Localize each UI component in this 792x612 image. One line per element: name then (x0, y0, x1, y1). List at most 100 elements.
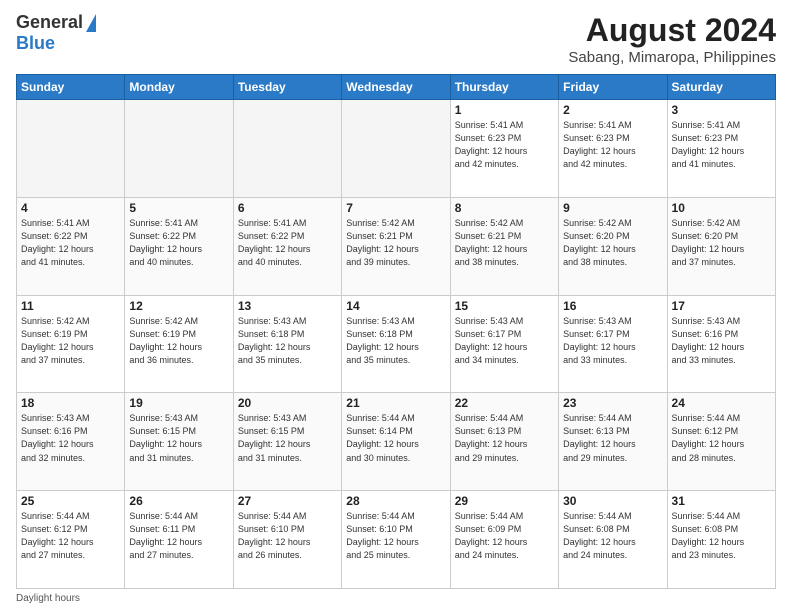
calendar-day-cell: 11 Sunrise: 5:42 AM Sunset: 6:19 PM Dayli… (17, 295, 125, 393)
day-number: 23 (563, 396, 662, 410)
calendar-header-row: SundayMondayTuesdayWednesdayThursdayFrid… (17, 75, 776, 100)
logo-area: General Blue (16, 12, 96, 54)
day-number: 16 (563, 299, 662, 313)
calendar-day-cell: 24 Sunrise: 5:44 AM Sunset: 6:12 PM Dayli… (667, 393, 775, 491)
calendar-week-row: 1 Sunrise: 5:41 AM Sunset: 6:23 PM Daylig… (17, 100, 776, 198)
day-info: Sunrise: 5:44 AM Sunset: 6:08 PM Dayligh… (563, 510, 662, 562)
calendar-day-cell: 26Sunrise: 5:44 AM Sunset: 6:11 PM Dayli… (125, 491, 233, 589)
day-number: 11 (21, 299, 120, 313)
day-info: Sunrise: 5:44 AM Sunset: 6:14 PM Dayligh… (346, 412, 445, 464)
day-number: 28 (346, 494, 445, 508)
calendar-day-header: Thursday (450, 75, 558, 100)
calendar-day-cell: 16Sunrise: 5:43 AM Sunset: 6:17 PM Dayli… (559, 295, 667, 393)
day-info: Sunrise: 5:41 AM Sunset: 6:23 PM Dayligh… (563, 119, 662, 171)
day-info: Sunrise: 5:41 AM Sunset: 6:23 PM Dayligh… (455, 119, 554, 171)
day-info: Sunrise: 5:43 AM Sunset: 6:17 PM Dayligh… (455, 315, 554, 367)
calendar-day-cell: 2Sunrise: 5:41 AM Sunset: 6:23 PM Daylig… (559, 100, 667, 198)
day-info: Sunrise: 5:41 AM Sunset: 6:22 PM Dayligh… (238, 217, 337, 269)
day-number: 24 (672, 396, 771, 410)
day-number: 18 (21, 396, 120, 410)
day-number: 27 (238, 494, 337, 508)
calendar-week-row: 11 Sunrise: 5:42 AM Sunset: 6:19 PM Dayli… (17, 295, 776, 393)
day-number: 17 (672, 299, 771, 313)
day-info: Sunrise: 5:42 AM Sunset: 6:19 PM Dayligh… (21, 315, 120, 367)
day-number: 7 (346, 201, 445, 215)
day-info: Sunrise: 5:42 AM Sunset: 6:20 PM Dayligh… (563, 217, 662, 269)
header: General Blue August 2024 Sabang, Mimarop… (16, 12, 776, 66)
calendar-day-header: Wednesday (342, 75, 450, 100)
day-number: 22 (455, 396, 554, 410)
calendar-day-header: Saturday (667, 75, 775, 100)
calendar-week-row: 4 Sunrise: 5:41 AM Sunset: 6:22 PM Daylig… (17, 197, 776, 295)
day-info: Sunrise: 5:42 AM Sunset: 6:21 PM Dayligh… (346, 217, 445, 269)
calendar-day-cell (17, 100, 125, 198)
day-number: 8 (455, 201, 554, 215)
day-number: 15 (455, 299, 554, 313)
day-info: Sunrise: 5:42 AM Sunset: 6:20 PM Dayligh… (672, 217, 771, 269)
calendar-day-cell: 31Sunrise: 5:44 AM Sunset: 6:08 PM Dayli… (667, 491, 775, 589)
sub-title: Sabang, Mimaropa, Philippines (568, 49, 776, 66)
day-info: Sunrise: 5:42 AM Sunset: 6:19 PM Dayligh… (129, 315, 228, 367)
day-info: Sunrise: 5:44 AM Sunset: 6:13 PM Dayligh… (563, 412, 662, 464)
day-number: 10 (672, 201, 771, 215)
day-info: Sunrise: 5:41 AM Sunset: 6:22 PM Dayligh… (21, 217, 120, 269)
day-number: 1 (455, 103, 554, 117)
day-info: Sunrise: 5:44 AM Sunset: 6:13 PM Dayligh… (455, 412, 554, 464)
main-title: August 2024 (568, 12, 776, 49)
calendar-day-cell: 23 Sunrise: 5:44 AM Sunset: 6:13 PM Dayli… (559, 393, 667, 491)
day-info: Sunrise: 5:44 AM Sunset: 6:09 PM Dayligh… (455, 510, 554, 562)
day-number: 25 (21, 494, 120, 508)
logo-text: General (16, 12, 96, 33)
day-info: Sunrise: 5:44 AM Sunset: 6:10 PM Dayligh… (346, 510, 445, 562)
calendar-day-header: Tuesday (233, 75, 341, 100)
calendar-day-header: Friday (559, 75, 667, 100)
calendar-day-header: Sunday (17, 75, 125, 100)
calendar-day-cell: 8Sunrise: 5:42 AM Sunset: 6:21 PM Daylig… (450, 197, 558, 295)
calendar-day-cell: 22 Sunrise: 5:44 AM Sunset: 6:13 PM Dayli… (450, 393, 558, 491)
calendar-day-cell: 6Sunrise: 5:41 AM Sunset: 6:22 PM Daylig… (233, 197, 341, 295)
day-info: Sunrise: 5:44 AM Sunset: 6:12 PM Dayligh… (672, 412, 771, 464)
calendar-day-cell: 17 Sunrise: 5:43 AM Sunset: 6:16 PM Dayli… (667, 295, 775, 393)
day-number: 19 (129, 396, 228, 410)
day-info: Sunrise: 5:41 AM Sunset: 6:23 PM Dayligh… (672, 119, 771, 171)
calendar-day-cell: 7 Sunrise: 5:42 AM Sunset: 6:21 PM Daylig… (342, 197, 450, 295)
day-number: 5 (129, 201, 228, 215)
calendar-day-cell: 10 Sunrise: 5:42 AM Sunset: 6:20 PM Dayli… (667, 197, 775, 295)
day-number: 26 (129, 494, 228, 508)
calendar-day-cell: 18Sunrise: 5:43 AM Sunset: 6:16 PM Dayli… (17, 393, 125, 491)
calendar-day-cell: 15 Sunrise: 5:43 AM Sunset: 6:17 PM Dayli… (450, 295, 558, 393)
calendar-day-header: Monday (125, 75, 233, 100)
calendar-day-cell: 3Sunrise: 5:41 AM Sunset: 6:23 PM Daylig… (667, 100, 775, 198)
day-info: Sunrise: 5:43 AM Sunset: 6:15 PM Dayligh… (238, 412, 337, 464)
day-number: 4 (21, 201, 120, 215)
logo-general-text: General (16, 12, 83, 33)
calendar-day-cell: 19 Sunrise: 5:43 AM Sunset: 6:15 PM Dayli… (125, 393, 233, 491)
calendar-day-cell: 21 Sunrise: 5:44 AM Sunset: 6:14 PM Dayli… (342, 393, 450, 491)
logo-blue-text: Blue (16, 33, 55, 54)
day-info: Sunrise: 5:44 AM Sunset: 6:12 PM Dayligh… (21, 510, 120, 562)
day-number: 13 (238, 299, 337, 313)
calendar-day-cell: 9Sunrise: 5:42 AM Sunset: 6:20 PM Daylig… (559, 197, 667, 295)
page: General Blue August 2024 Sabang, Mimarop… (0, 0, 792, 612)
logo-triangle-icon (86, 14, 96, 32)
day-number: 20 (238, 396, 337, 410)
day-info: Sunrise: 5:44 AM Sunset: 6:10 PM Dayligh… (238, 510, 337, 562)
day-info: Sunrise: 5:43 AM Sunset: 6:15 PM Dayligh… (129, 412, 228, 464)
calendar-table: SundayMondayTuesdayWednesdayThursdayFrid… (16, 74, 776, 589)
calendar-week-row: 25 Sunrise: 5:44 AM Sunset: 6:12 PM Dayli… (17, 491, 776, 589)
calendar-week-row: 18Sunrise: 5:43 AM Sunset: 6:16 PM Dayli… (17, 393, 776, 491)
calendar-day-cell (125, 100, 233, 198)
calendar-day-cell: 12Sunrise: 5:42 AM Sunset: 6:19 PM Dayli… (125, 295, 233, 393)
calendar-day-cell (342, 100, 450, 198)
day-number: 21 (346, 396, 445, 410)
day-number: 14 (346, 299, 445, 313)
daylight-hours-label: Daylight hours (16, 593, 80, 604)
calendar-day-cell: 30Sunrise: 5:44 AM Sunset: 6:08 PM Dayli… (559, 491, 667, 589)
day-info: Sunrise: 5:43 AM Sunset: 6:16 PM Dayligh… (672, 315, 771, 367)
calendar-day-cell: 1 Sunrise: 5:41 AM Sunset: 6:23 PM Daylig… (450, 100, 558, 198)
calendar-day-cell (233, 100, 341, 198)
day-info: Sunrise: 5:44 AM Sunset: 6:08 PM Dayligh… (672, 510, 771, 562)
calendar-day-cell: 4 Sunrise: 5:41 AM Sunset: 6:22 PM Daylig… (17, 197, 125, 295)
day-info: Sunrise: 5:43 AM Sunset: 6:18 PM Dayligh… (238, 315, 337, 367)
day-number: 29 (455, 494, 554, 508)
